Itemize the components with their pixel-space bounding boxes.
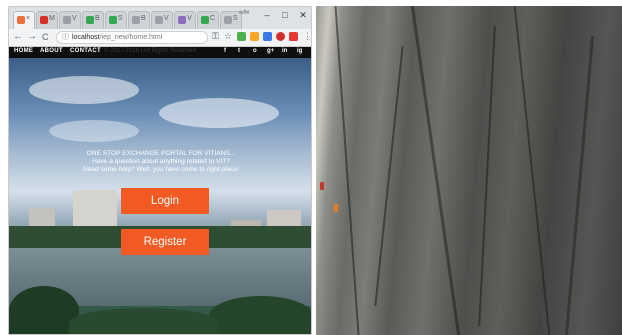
rock-cliff-image [316, 6, 622, 335]
site-navbar: HOME ABOUT CONTACT © 2017-2018 | All Rig… [9, 47, 311, 58]
rock-texture [513, 6, 551, 335]
page-icon [178, 16, 186, 24]
tagline-heading: ONE STOP EXCHANGE PORTAL FOR VITIANS... [86, 150, 236, 157]
github-icon[interactable]: o [253, 48, 257, 54]
tab-8[interactable]: V [174, 11, 196, 29]
tagline-help: Need some help? Well, you have come to r… [82, 166, 239, 173]
nav-home-link[interactable]: HOME [14, 48, 33, 54]
trees-decoration [209, 296, 311, 334]
page-icon [132, 16, 140, 24]
tab-favicon-icon [17, 16, 25, 24]
nav-about-link[interactable]: ABOUT [40, 48, 63, 54]
profile-label[interactable]: करीब [239, 10, 249, 16]
tab-3[interactable]: V [59, 11, 81, 29]
cloud-decoration [159, 98, 279, 128]
tab-2[interactable]: M [36, 11, 58, 29]
page-icon [155, 16, 163, 24]
climber-figure [334, 204, 338, 212]
cloud-decoration [29, 76, 139, 104]
nav-contact-link[interactable]: CONTACT [70, 48, 101, 54]
tab-close-icon[interactable]: × [26, 15, 30, 22]
tab-1[interactable]: × [13, 11, 35, 29]
extension-pdf-icon[interactable] [289, 32, 298, 41]
rock-texture [374, 46, 404, 306]
url-path: /iep_new/home.html [99, 34, 163, 41]
page-icon [109, 16, 117, 24]
extension-stop-icon[interactable] [276, 32, 285, 41]
address-bar[interactable]: ⓘ localhost/iep_new/home.html [56, 31, 208, 44]
maximize-button[interactable]: □ [277, 10, 293, 20]
cloud-decoration [49, 120, 139, 142]
twitter-icon[interactable]: t [238, 48, 240, 54]
extension-calendar-icon[interactable] [263, 32, 272, 41]
facebook-icon[interactable]: f [224, 48, 226, 54]
tab-strip: × M V B S B V V C S करीब – □ ✕ [9, 7, 311, 29]
rock-texture [410, 6, 461, 335]
register-button[interactable]: Register [121, 229, 209, 255]
gmail-icon [40, 16, 48, 24]
climber-figure [320, 182, 324, 190]
reload-button[interactable]: C [42, 32, 49, 42]
toolbar: ← → C ⓘ localhost/iep_new/home.html ⚿ ☆ ⋮ [9, 29, 311, 47]
back-button[interactable]: ← [13, 31, 23, 42]
page-icon [201, 16, 209, 24]
url-host: localhost [72, 34, 100, 41]
tab-7[interactable]: V [151, 11, 173, 29]
star-icon[interactable]: ☆ [224, 31, 232, 42]
forward-button[interactable]: → [27, 31, 37, 42]
gear-icon [224, 16, 232, 24]
rock-texture [478, 26, 496, 326]
hero-section: ONE STOP EXCHANGE PORTAL FOR VITIANS... … [9, 58, 311, 334]
rock-texture [334, 6, 360, 335]
extension-g-icon[interactable] [237, 32, 246, 41]
linkedin-icon[interactable]: in [282, 48, 287, 54]
info-icon[interactable]: ⓘ [62, 34, 69, 41]
copyright-text: © 2017-2018 | All Rights Reserved [104, 48, 197, 54]
tab-6[interactable]: B [128, 11, 150, 29]
tab-5[interactable]: S [105, 11, 127, 29]
page-icon [86, 16, 94, 24]
extension-cloud-icon[interactable] [250, 32, 259, 41]
tagline-question: Have a question about anything related t… [92, 158, 230, 165]
google-plus-icon[interactable]: g+ [267, 48, 274, 54]
login-button[interactable]: Login [121, 188, 209, 214]
key-icon[interactable]: ⚿ [212, 31, 219, 42]
minimize-button[interactable]: – [259, 10, 275, 20]
tab-4[interactable]: B [82, 11, 104, 29]
menu-icon[interactable]: ⋮ [303, 31, 311, 42]
instagram-icon[interactable]: ig [297, 48, 302, 54]
browser-window: × M V B S B V V C S करीब – □ ✕ ← → C ⓘ lo… [8, 6, 312, 335]
page-icon [63, 16, 71, 24]
tab-9[interactable]: C [197, 11, 219, 29]
close-window-button[interactable]: ✕ [295, 10, 311, 21]
rock-texture [564, 36, 595, 335]
trees-decoration [69, 308, 219, 334]
